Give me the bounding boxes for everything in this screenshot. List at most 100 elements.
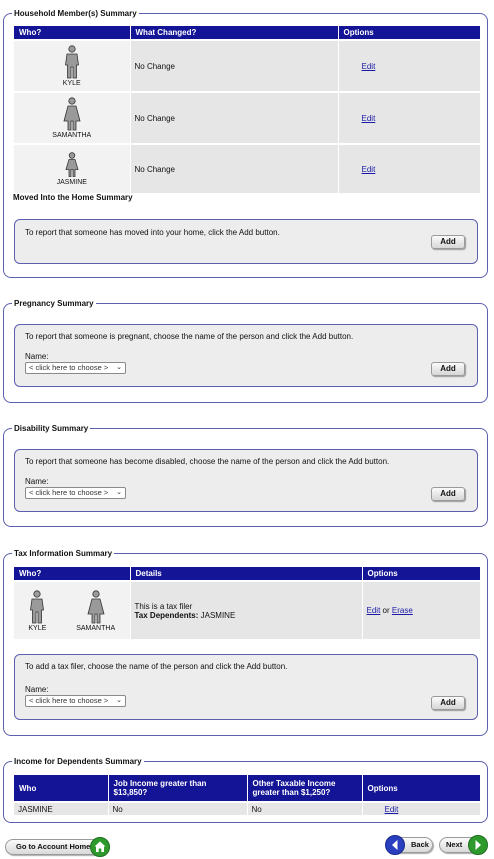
person-samantha: SAMANTHA: [52, 97, 91, 139]
pregnancy-message: To report that someone is pregnant, choo…: [25, 332, 354, 341]
next-label: Next: [446, 840, 463, 849]
household-summary-section: Household Member(s) Summary Who? What Ch…: [3, 9, 488, 278]
tax-summary-section: Tax Information Summary Who? Details Opt…: [3, 549, 488, 736]
back-label: Back: [411, 840, 429, 849]
go-to-account-home-button[interactable]: Go to Account Home: [5, 837, 110, 857]
household-header-row: Who? What Changed? Options: [14, 26, 480, 40]
options-cell: Edit: [337, 39, 480, 92]
column-header-what-changed: What Changed?: [129, 26, 338, 40]
tax-add-box: To add a tax filer, choose the name of t…: [14, 654, 478, 720]
options-cell: Edit: [337, 91, 480, 144]
edit-link[interactable]: Edit: [367, 606, 381, 615]
person-samantha: SAMANTHA: [76, 589, 116, 632]
male-person-icon: [30, 589, 45, 623]
tax-header-row: Who? Details Options: [14, 567, 480, 581]
column-header-job-income: Job Income greater than $13,850?: [107, 775, 247, 802]
or-text: or: [382, 606, 390, 615]
tax-add-button[interactable]: Add: [431, 696, 465, 710]
disability-add-button[interactable]: Add: [431, 487, 465, 501]
column-header-who: Who: [14, 775, 108, 802]
what-changed-cell: No Change: [129, 91, 338, 144]
name-label: Name:: [25, 685, 49, 694]
edit-link[interactable]: Edit: [385, 805, 399, 814]
pregnancy-name-select[interactable]: < click here to choose > ⌄: [25, 362, 126, 374]
pregnancy-add-button[interactable]: Add: [431, 362, 465, 376]
chevron-down-icon: ⌄: [116, 489, 122, 496]
household-summary-legend: Household Member(s) Summary: [12, 9, 139, 19]
disability-summary-section: Disability Summary To report that someon…: [3, 424, 488, 527]
who-cell: JASMINE: [14, 801, 108, 815]
table-row: JASMINE No Change Edit: [14, 143, 480, 193]
next-arrow-icon: [468, 835, 488, 855]
person-name: KYLE: [28, 624, 47, 632]
child-person-icon: [65, 152, 79, 177]
moved-in-title: Moved Into the Home Summary: [13, 193, 133, 202]
male-person-icon: [64, 45, 79, 79]
home-icon: [90, 837, 110, 857]
person-kyle: KYLE: [28, 589, 47, 632]
income-summary-legend: Income for Dependents Summary: [12, 757, 144, 767]
edit-link[interactable]: Edit: [362, 62, 376, 71]
next-button[interactable]: Next: [439, 835, 488, 855]
tax-message: To add a tax filer, choose the name of t…: [25, 662, 288, 671]
name-label: Name:: [25, 352, 49, 361]
options-cell: Edit: [337, 143, 480, 193]
column-header-who: Who?: [14, 567, 130, 581]
person-name: KYLE: [62, 80, 81, 87]
tax-table: Who? Details Options KYLE SAMANTHA This …: [14, 567, 480, 639]
person-jasmine: JASMINE: [57, 152, 87, 186]
tax-dependents-line: Tax Dependents: JASMINE: [135, 611, 358, 620]
tax-dependents-value: JASMINE: [200, 610, 236, 620]
column-header-who: Who?: [14, 26, 130, 40]
tax-dependents-label: Tax Dependents:: [134, 610, 199, 620]
who-cell: KYLE: [14, 39, 130, 92]
column-header-other-income: Other Taxable Income greater than $1,250…: [246, 775, 362, 802]
back-arrow-icon: [385, 835, 405, 855]
disability-box: To report that someone has become disabl…: [14, 449, 478, 512]
moved-in-message: To report that someone has moved into yo…: [25, 228, 280, 237]
pregnancy-summary-section: Pregnancy Summary To report that someone…: [3, 299, 488, 403]
table-row: SAMANTHA No Change Edit: [14, 91, 480, 144]
select-value: < click here to choose >: [29, 488, 109, 497]
edit-link[interactable]: Edit: [362, 114, 376, 123]
person-name: SAMANTHA: [76, 624, 116, 632]
select-value: < click here to choose >: [29, 696, 109, 705]
moved-in-box: To report that someone has moved into yo…: [14, 219, 478, 264]
back-button[interactable]: Back: [385, 835, 433, 855]
erase-link[interactable]: Erase: [392, 606, 413, 615]
account-home-label: Go to Account Home: [16, 842, 91, 851]
chevron-down-icon: ⌄: [116, 697, 122, 704]
income-table: Who Job Income greater than $13,850? Oth…: [14, 775, 480, 815]
table-row: JASMINE No No Edit: [14, 801, 480, 815]
table-row: KYLE No Change Edit: [14, 39, 480, 92]
column-header-options: Options: [361, 567, 480, 581]
column-header-options: Options: [361, 775, 480, 802]
household-table: Who? What Changed? Options KYLE No Chang…: [14, 26, 480, 193]
female-person-icon: [87, 589, 105, 623]
income-summary-section: Income for Dependents Summary Who Job In…: [3, 757, 488, 823]
select-value: < click here to choose >: [29, 363, 109, 372]
who-cell: KYLE SAMANTHA: [14, 580, 130, 639]
chevron-down-icon: ⌄: [116, 364, 122, 371]
disability-name-select[interactable]: < click here to choose > ⌄: [25, 487, 126, 499]
tax-filer-text: This is a tax filer: [134, 601, 193, 611]
table-row: KYLE SAMANTHA This is a tax filer Tax De…: [14, 580, 480, 639]
column-header-options: Options: [337, 26, 480, 40]
job-income-cell: No: [107, 801, 247, 815]
tax-summary-legend: Tax Information Summary: [12, 549, 115, 559]
options-cell: Edit or Erase: [361, 580, 480, 639]
disability-summary-legend: Disability Summary: [12, 424, 91, 434]
edit-link[interactable]: Edit: [362, 165, 376, 174]
person-name: JASMINE: [56, 179, 87, 186]
what-changed-cell: No Change: [129, 39, 338, 92]
other-income-cell: No: [246, 801, 362, 815]
pregnancy-box: To report that someone is pregnant, choo…: [14, 324, 478, 387]
name-label: Name:: [25, 477, 49, 486]
disability-message: To report that someone has become disabl…: [25, 457, 390, 466]
what-changed-cell: No Change: [129, 143, 338, 193]
female-person-icon: [63, 97, 81, 131]
tax-name-select[interactable]: < click here to choose > ⌄: [25, 695, 126, 707]
income-header-row: Who Job Income greater than $13,850? Oth…: [14, 775, 480, 802]
moved-in-add-button[interactable]: Add: [431, 235, 465, 249]
person-kyle: KYLE: [63, 45, 81, 87]
